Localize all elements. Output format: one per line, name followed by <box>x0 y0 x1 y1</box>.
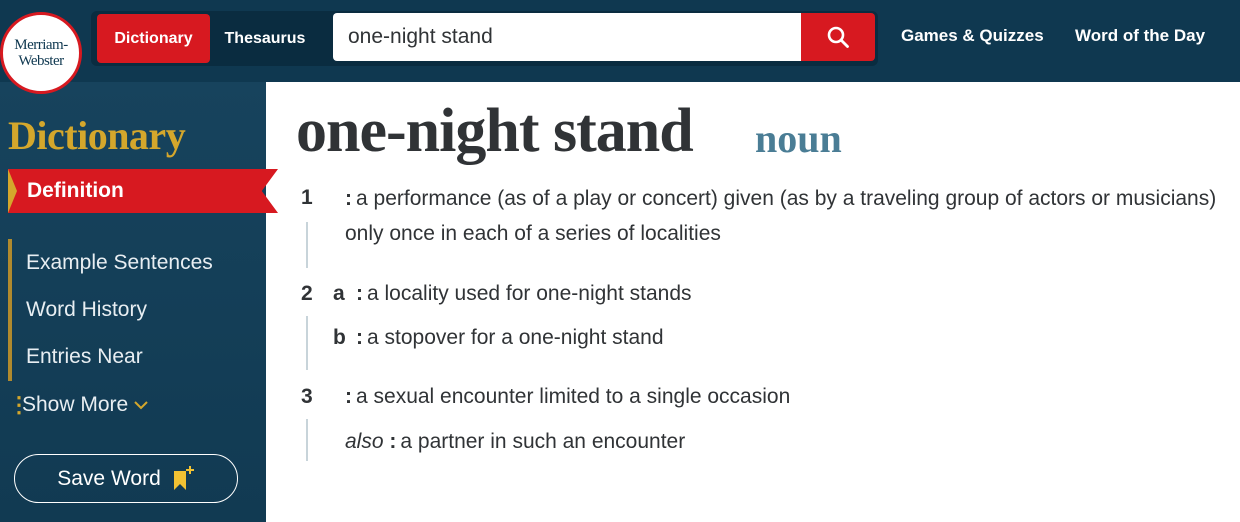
sense-text: a sexual encounter limited to a single o… <box>356 385 791 408</box>
show-more-button[interactable]: ⋮ Show More <box>8 393 149 417</box>
sense-divider <box>306 316 308 370</box>
dots-icon: ⋮ <box>8 392 30 417</box>
logo-text-line2: Webster <box>18 53 64 69</box>
chevron-down-icon <box>134 401 148 410</box>
show-more-label: Show More <box>22 393 129 416</box>
sense-number: 1 <box>301 186 313 209</box>
sense-divider <box>306 222 308 268</box>
sense-text: a performance (as of a play or concert) … <box>345 187 1217 245</box>
sense-number: 2 <box>301 282 313 305</box>
bookmark-add-icon <box>173 465 194 490</box>
search-input[interactable] <box>333 13 801 61</box>
headword: one-night stand <box>296 97 694 165</box>
search-icon <box>827 26 849 48</box>
subsense-letter: b <box>333 326 346 349</box>
sidebar-title: Dictionary <box>8 113 186 158</box>
part-of-speech[interactable]: noun <box>755 115 842 162</box>
nav-games-quizzes[interactable]: Games & Quizzes <box>901 26 1044 46</box>
sidebar-item-word-history[interactable]: Word History <box>26 298 147 322</box>
tab-dictionary[interactable]: Dictionary <box>97 14 210 63</box>
sense-number: 3 <box>301 385 313 408</box>
search-button[interactable] <box>801 13 875 61</box>
top-header: Dictionary Thesaurus Games & Quizzes Wor… <box>0 0 1240 82</box>
sense-divider <box>306 419 308 461</box>
sense-2b-definition: :a stopover for a one-night stand <box>356 326 664 349</box>
nav-word-of-the-day[interactable]: Word of the Day <box>1075 26 1205 46</box>
save-word-button[interactable]: Save Word <box>14 454 238 503</box>
tab-thesaurus[interactable]: Thesaurus <box>212 14 318 63</box>
sense-2a-definition: :a locality used for one-night stands <box>356 282 692 305</box>
also-label: also <box>345 430 384 453</box>
sense-1-definition: :a performance (as of a play or concert)… <box>345 187 1217 245</box>
sense-3-also: also :a partner in such an encounter <box>345 430 686 453</box>
sidebar-item-example-sentences[interactable]: Example Sentences <box>26 251 213 275</box>
save-word-label: Save Word <box>57 466 161 490</box>
subsense-letter: a <box>333 282 345 305</box>
sidebar-item-definition-label[interactable]: Definition <box>27 179 124 203</box>
sense-text: a partner in such an encounter <box>400 430 686 453</box>
sense-3-definition: :a sexual encounter limited to a single … <box>345 385 791 408</box>
merriam-webster-logo[interactable]: Merriam- Webster <box>0 12 82 94</box>
sense-text: a locality used for one-night stands <box>367 282 692 305</box>
logo-text-line1: Merriam- <box>14 37 68 53</box>
sidebar: Dictionary Definition Example Sentences … <box>0 82 278 522</box>
sidebar-item-entries-near[interactable]: Entries Near <box>26 345 143 369</box>
sense-text: a stopover for a one-night stand <box>367 326 664 349</box>
sidebar-rail <box>8 239 12 381</box>
